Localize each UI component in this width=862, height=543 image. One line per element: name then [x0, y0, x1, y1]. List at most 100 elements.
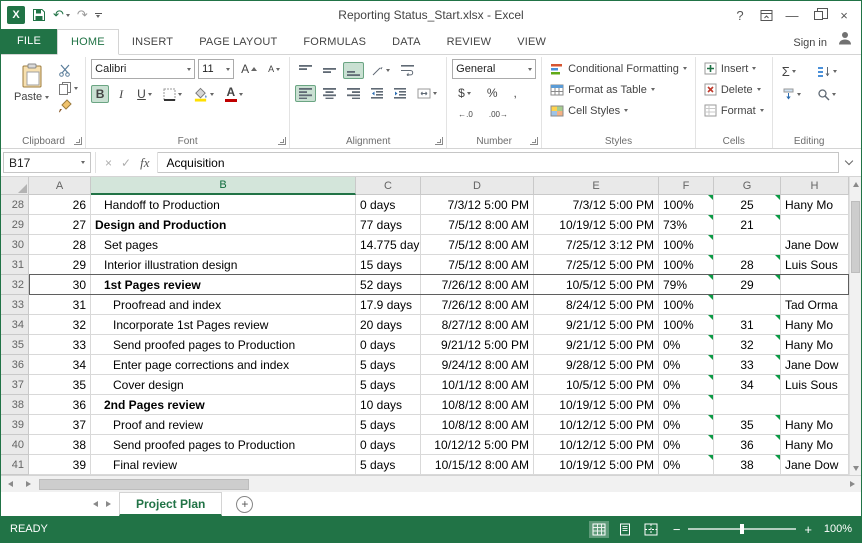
cell-F31[interactable]: 100%: [659, 255, 714, 275]
cell-A37[interactable]: 35: [29, 375, 91, 395]
cell-C30[interactable]: 14.775 day: [356, 235, 421, 255]
row-header-37[interactable]: 37: [1, 375, 29, 395]
redo-button[interactable]: ↷: [77, 7, 88, 23]
sort-filter-button[interactable]: [813, 61, 841, 82]
cell-B34[interactable]: Incorporate 1st Pages review: [91, 315, 356, 335]
horizontal-scroll-thumb[interactable]: [39, 479, 249, 490]
cell-A36[interactable]: 34: [29, 355, 91, 375]
cell-C35[interactable]: 0 days: [356, 335, 421, 355]
cell-G36[interactable]: 33: [714, 355, 781, 375]
help-button[interactable]: ?: [727, 4, 753, 26]
cell-G33[interactable]: [714, 295, 781, 315]
cell-D30[interactable]: 7/5/12 8:00 AM: [421, 235, 534, 255]
cell-F39[interactable]: 0%: [659, 415, 714, 435]
cell-E33[interactable]: 8/24/12 5:00 PM: [534, 295, 659, 315]
number-format-combo[interactable]: General: [452, 59, 536, 79]
cut-button[interactable]: [56, 62, 80, 78]
cell-F41[interactable]: 0%: [659, 455, 714, 475]
row-header-29[interactable]: 29: [1, 215, 29, 235]
autosum-button[interactable]: Σ: [778, 61, 805, 82]
find-select-button[interactable]: [813, 85, 841, 104]
undo-button[interactable]: ↶: [53, 7, 70, 23]
tab-data[interactable]: DATA: [379, 29, 434, 54]
cell-A31[interactable]: 29: [29, 255, 91, 275]
cell-B40[interactable]: Send proofed pages to Production: [91, 435, 356, 455]
cell-A34[interactable]: 32: [29, 315, 91, 335]
underline-button[interactable]: U: [133, 84, 156, 104]
accounting-format-button[interactable]: $: [454, 83, 475, 103]
zoom-out-button[interactable]: −: [673, 523, 681, 536]
cell-G37[interactable]: 34: [714, 375, 781, 395]
minimize-button[interactable]: —: [779, 4, 805, 26]
fill-color-button[interactable]: [189, 84, 218, 105]
cell-E28[interactable]: 7/3/12 5:00 PM: [534, 195, 659, 215]
merge-center-button[interactable]: [413, 85, 441, 102]
cell-C41[interactable]: 5 days: [356, 455, 421, 475]
cell-G35[interactable]: 32: [714, 335, 781, 355]
save-button[interactable]: [32, 8, 46, 22]
cell-G31[interactable]: 28: [714, 255, 781, 275]
cell-G40[interactable]: 36: [714, 435, 781, 455]
row-header-41[interactable]: 41: [1, 455, 29, 475]
cell-E37[interactable]: 10/5/12 5:00 PM: [534, 375, 659, 395]
cell-H33[interactable]: Tad Orma: [781, 295, 849, 315]
row-header-28[interactable]: 28: [1, 195, 29, 215]
row-header-34[interactable]: 34: [1, 315, 29, 335]
paste-button[interactable]: Paste: [7, 59, 56, 107]
cell-F40[interactable]: 0%: [659, 435, 714, 455]
alignment-dialog-launcher[interactable]: [435, 137, 443, 145]
excel-logo-icon[interactable]: X: [7, 6, 25, 24]
cell-F29[interactable]: 73%: [659, 215, 714, 235]
row-header-38[interactable]: 38: [1, 395, 29, 415]
format-cells-button[interactable]: Format: [701, 101, 767, 120]
restore-button[interactable]: [805, 4, 831, 26]
cell-B35[interactable]: Send proofed pages to Production: [91, 335, 356, 355]
qat-customize-button[interactable]: [95, 13, 102, 18]
cell-A41[interactable]: 39: [29, 455, 91, 475]
column-header-c[interactable]: C: [356, 177, 421, 195]
cell-D28[interactable]: 7/3/12 5:00 PM: [421, 195, 534, 215]
cell-B37[interactable]: Cover design: [91, 375, 356, 395]
grow-font-button[interactable]: A: [237, 59, 261, 79]
cell-B29[interactable]: Design and Production: [91, 215, 356, 235]
vertical-scroll-thumb[interactable]: [851, 201, 860, 273]
tab-formulas[interactable]: FORMULAS: [290, 29, 379, 54]
cell-D29[interactable]: 7/5/12 8:00 AM: [421, 215, 534, 235]
tab-insert[interactable]: INSERT: [119, 29, 186, 54]
cell-D37[interactable]: 10/1/12 8:00 AM: [421, 375, 534, 395]
cell-H39[interactable]: Hany Mo: [781, 415, 849, 435]
insert-cells-button[interactable]: Insert: [701, 59, 767, 78]
column-header-e[interactable]: E: [534, 177, 659, 195]
cell-A38[interactable]: 36: [29, 395, 91, 415]
align-right-button[interactable]: [343, 85, 364, 102]
cell-H37[interactable]: Luis Sous: [781, 375, 849, 395]
tab-review[interactable]: REVIEW: [434, 29, 505, 54]
cell-G39[interactable]: 35: [714, 415, 781, 435]
align-center-button[interactable]: [319, 85, 340, 102]
cell-C28[interactable]: 0 days: [356, 195, 421, 215]
sheet-tab-project-plan[interactable]: Project Plan: [119, 492, 222, 516]
format-as-table-button[interactable]: Format as Table: [547, 80, 690, 99]
column-header-f[interactable]: F: [659, 177, 714, 195]
cell-F37[interactable]: 0%: [659, 375, 714, 395]
cell-B41[interactable]: Final review: [91, 455, 356, 475]
clipboard-dialog-launcher[interactable]: [74, 137, 82, 145]
cell-B30[interactable]: Set pages: [91, 235, 356, 255]
format-painter-button[interactable]: [56, 98, 80, 114]
cell-B32[interactable]: 1st Pages review: [91, 275, 356, 295]
italic-button[interactable]: I: [112, 85, 130, 103]
tab-home[interactable]: HOME: [57, 29, 119, 55]
cell-B36[interactable]: Enter page corrections and index: [91, 355, 356, 375]
font-size-combo[interactable]: 11: [198, 59, 234, 79]
insert-function-button[interactable]: fx: [140, 155, 149, 171]
cell-C38[interactable]: 10 days: [356, 395, 421, 415]
tab-file[interactable]: FILE: [1, 28, 57, 54]
row-header-35[interactable]: 35: [1, 335, 29, 355]
align-middle-button[interactable]: [319, 62, 340, 79]
tab-view[interactable]: VIEW: [504, 29, 559, 54]
cell-A33[interactable]: 31: [29, 295, 91, 315]
cell-D34[interactable]: 8/27/12 8:00 AM: [421, 315, 534, 335]
delete-cells-button[interactable]: Delete: [701, 80, 767, 99]
zoom-slider-thumb[interactable]: [740, 524, 744, 534]
comma-style-button[interactable]: ,: [510, 83, 521, 103]
